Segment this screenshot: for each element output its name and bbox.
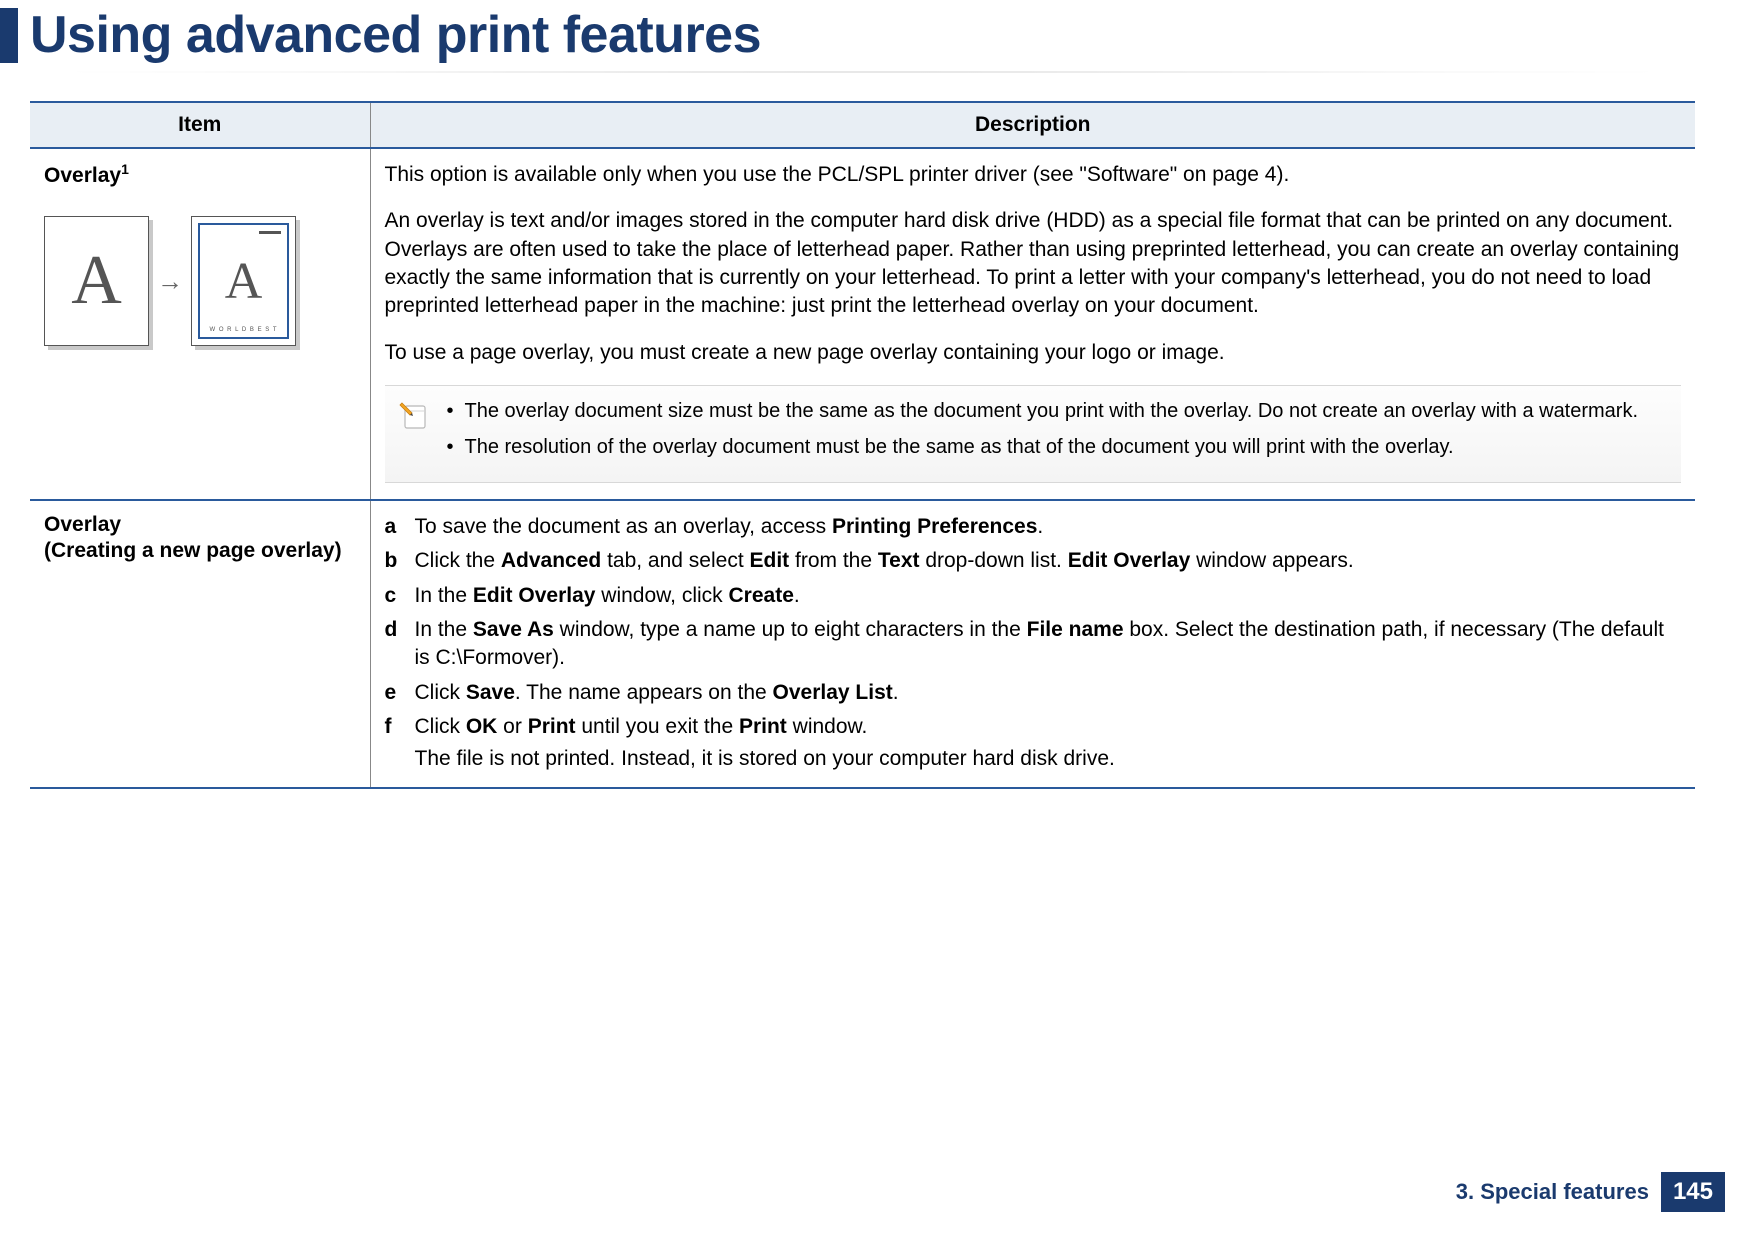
item-sublabel: (Creating a new page overlay) — [44, 537, 356, 565]
desc-paragraph: This option is available only when you u… — [385, 161, 1682, 189]
step-c: In the Edit Overlay window, click Create… — [415, 582, 800, 610]
arrow-icon: → — [157, 266, 183, 297]
table-header-description: Description — [370, 102, 1695, 148]
note-icon — [399, 398, 433, 432]
footer-page-number: 145 — [1661, 1172, 1725, 1212]
note-item: The overlay document size must be the sa… — [447, 398, 1639, 424]
header-accent-block — [0, 8, 18, 63]
note-item: The resolution of the overlay document m… — [447, 434, 1639, 460]
desc-paragraph: To use a page overlay, you must create a… — [385, 339, 1682, 367]
page-footer: 3. Special features 145 — [1456, 1172, 1725, 1212]
step-a: To save the document as an overlay, acce… — [415, 513, 1044, 541]
overlay-doc-icon: A W O R L D B E S T — [191, 216, 296, 346]
note-box: The overlay document size must be the sa… — [385, 385, 1682, 483]
step-e: Click Save. The name appears on the Over… — [415, 679, 899, 707]
page-title: Using advanced print features — [30, 5, 761, 65]
step-f-note: The file is not printed. Instead, it is … — [415, 747, 1682, 771]
plain-doc-icon: A — [44, 216, 149, 346]
steps-list: aTo save the document as an overlay, acc… — [385, 513, 1682, 771]
header-underline — [30, 71, 1695, 73]
item-superscript: 1 — [121, 161, 129, 177]
table-header-item: Item — [30, 102, 370, 148]
desc-paragraph: An overlay is text and/or images stored … — [385, 207, 1682, 320]
step-b: Click the Advanced tab, and select Edit … — [415, 547, 1354, 575]
step-d: In the Save As window, type a name up to… — [415, 616, 1682, 673]
step-f: Click OK or Print until you exit the Pri… — [415, 713, 868, 741]
table-row: Overlay (Creating a new page overlay) aT… — [30, 500, 1695, 788]
item-label-overlay: Overlay — [44, 164, 121, 187]
features-table: Item Description Overlay1 A → — [30, 101, 1695, 789]
table-row: Overlay1 A → A W O R L D B E S T — [30, 148, 1695, 500]
footer-chapter: 3. Special features — [1456, 1179, 1649, 1205]
overlay-figure: A → A W O R L D B E S T — [44, 216, 356, 346]
item-label-overlay2: Overlay — [44, 513, 356, 537]
